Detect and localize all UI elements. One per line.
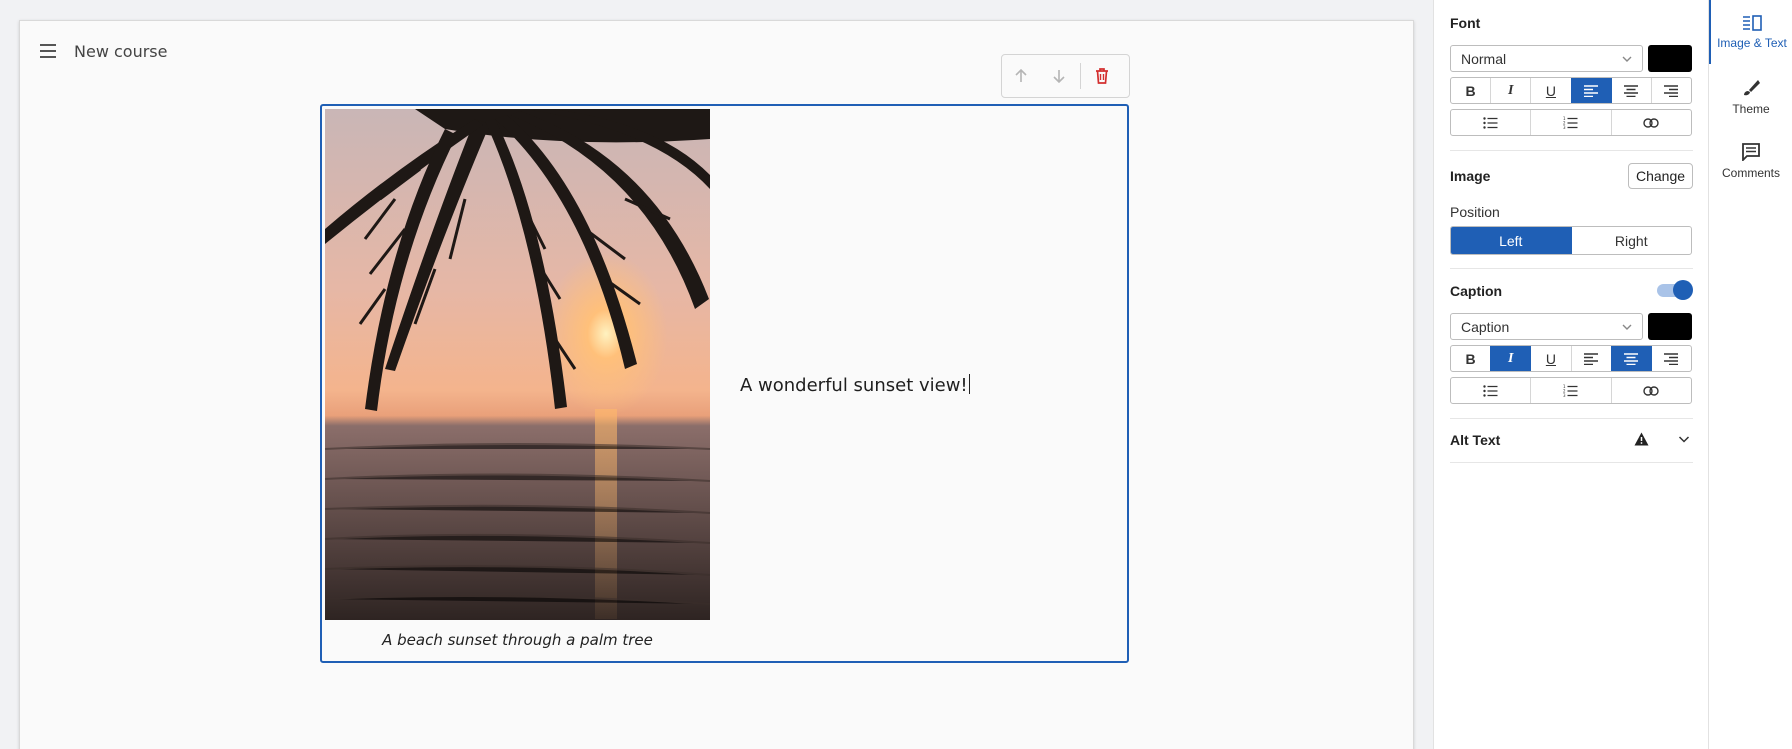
block-toolbar [1001,54,1130,98]
bold-button[interactable]: B [1451,78,1490,103]
caption-italic-button[interactable]: I [1490,346,1531,371]
block-text-content: A wonderful sunset view! [740,375,968,396]
caption-align-center-button[interactable] [1610,346,1651,371]
bold-glyph: B [1465,350,1476,367]
font-color-swatch[interactable] [1648,45,1692,72]
caption-align-right-button[interactable] [1650,346,1691,371]
caption-toggle-knob [1673,280,1693,300]
toolbar-divider [1080,63,1081,89]
caption-style-select[interactable]: Caption [1450,313,1643,340]
move-up-button[interactable] [1002,55,1040,97]
rail-label: Theme [1732,102,1770,116]
numbered-list-icon: 123 [1563,384,1578,397]
properties-panel: Font Normal B I U 123 Image Change Posit… [1433,0,1708,749]
rail-item-image-text[interactable]: Image & Text [1709,0,1792,64]
underline-glyph: U [1545,82,1556,99]
alt-text-expand-icon[interactable] [1678,434,1690,444]
position-left-button[interactable]: Left [1451,227,1571,254]
image-text-block[interactable]: A beach sunset through a palm tree A won… [320,104,1129,663]
caption-underline-button[interactable]: U [1530,346,1570,371]
caption-format-group: B I U [1450,345,1692,372]
alt-text-section-label: Alt Text [1450,432,1501,448]
image-text-icon [1743,15,1762,31]
align-right-button[interactable] [1650,78,1691,103]
numbered-list-button[interactable]: 123 [1530,110,1610,135]
align-right-icon [1664,352,1679,365]
rail-label: Comments [1721,166,1780,180]
caption-bullet-list-button[interactable] [1451,378,1530,403]
align-left-icon [1584,84,1599,97]
caption-list-group: 123 [1450,377,1692,404]
caption-align-left-button[interactable] [1570,346,1611,371]
underline-button[interactable]: U [1530,78,1570,103]
caption-bold-button[interactable]: B [1451,346,1490,371]
bold-glyph: B [1465,82,1476,99]
block-text[interactable]: A wonderful sunset view! [740,374,970,396]
font-style-select[interactable]: Normal [1450,45,1643,72]
arrow-up-icon [1015,68,1027,82]
numbered-list-icon: 123 [1563,116,1578,129]
section-divider [1450,462,1693,463]
font-format-group: B I U [1450,77,1692,104]
brush-icon [1744,80,1760,96]
underline-glyph: U [1545,350,1556,367]
align-left-button[interactable] [1570,78,1611,103]
rail-item-theme[interactable]: Theme [1709,64,1792,128]
section-divider [1450,418,1693,419]
rail-label: Image & Text [1717,36,1787,50]
arrow-down-icon [1053,70,1065,84]
align-center-button[interactable] [1610,78,1651,103]
link-icon [1643,385,1660,396]
align-right-icon [1664,84,1679,97]
text-cursor [968,374,970,394]
link-icon [1643,117,1660,128]
course-title: New course [74,42,168,61]
delete-block-button[interactable] [1083,55,1121,97]
chevron-down-icon [1622,324,1632,330]
course-canvas: New course A beach sunset through a palm… [19,20,1414,749]
font-section-label: Font [1450,15,1481,31]
section-divider [1450,150,1693,151]
font-style-value: Normal [1461,51,1507,67]
link-button[interactable] [1610,110,1691,135]
caption-color-swatch[interactable] [1648,313,1692,340]
svg-text:3: 3 [1563,125,1566,129]
menu-icon[interactable] [40,44,56,58]
font-list-group: 123 [1450,109,1692,136]
bullet-list-icon [1483,384,1498,397]
caption-toggle[interactable] [1657,280,1693,300]
position-label: Position [1450,204,1500,220]
image-caption[interactable]: A beach sunset through a palm tree [325,631,710,649]
align-center-icon [1624,84,1639,97]
warning-icon [1634,432,1649,446]
section-divider [1450,268,1693,269]
align-center-icon [1624,352,1639,365]
move-down-button[interactable] [1040,55,1078,97]
comment-icon [1742,143,1760,161]
caption-link-button[interactable] [1610,378,1691,403]
italic-glyph: I [1508,350,1514,366]
sunset-photo[interactable] [325,109,710,620]
bullet-list-button[interactable] [1451,110,1530,135]
bullet-list-icon [1483,116,1498,129]
course-topbar: New course [20,21,1413,81]
rail-item-comments[interactable]: Comments [1709,128,1792,192]
caption-style-value: Caption [1461,319,1510,335]
position-right-button[interactable]: Right [1570,227,1692,254]
svg-text:3: 3 [1563,393,1566,397]
align-left-icon [1584,352,1599,365]
change-image-button[interactable]: Change [1628,163,1693,189]
position-toggle: Left Right [1450,226,1692,255]
trash-icon [1096,68,1108,84]
italic-button[interactable]: I [1490,78,1530,103]
panel-rail: Image & Text Theme Comments [1708,0,1792,749]
caption-numbered-list-button[interactable]: 123 [1530,378,1610,403]
italic-glyph: I [1508,82,1514,98]
chevron-down-icon [1622,56,1632,62]
